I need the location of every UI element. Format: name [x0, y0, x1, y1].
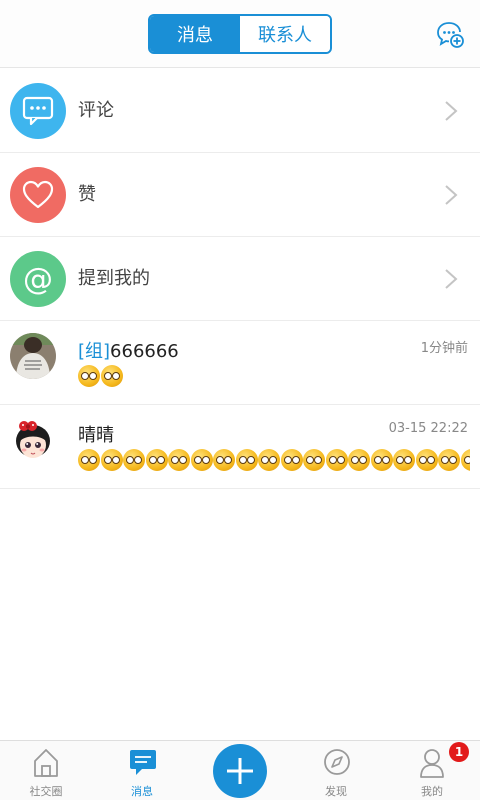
mention-circle: @	[10, 251, 66, 307]
conversation-name: [组]666666	[78, 341, 179, 362]
chevron-right-icon	[445, 185, 458, 205]
like-circle	[10, 167, 66, 223]
emoji-icon	[280, 449, 303, 471]
conversation-time: 1分钟前	[420, 341, 468, 356]
emoji-icon	[235, 449, 258, 471]
emoji-icon	[78, 365, 100, 387]
at-sign-icon: @	[23, 262, 53, 296]
svg-text:@: @	[23, 262, 53, 296]
emoji-icon	[190, 449, 213, 471]
comment-bubble-icon	[22, 96, 54, 126]
plus-icon	[227, 758, 253, 784]
category-row-comments[interactable]: 评论	[0, 69, 480, 153]
category-row-likes[interactable]: 赞	[0, 153, 480, 237]
person-icon	[420, 749, 444, 778]
comment-circle	[10, 83, 66, 139]
emoji-icon	[460, 449, 470, 471]
emoji-icon	[438, 449, 460, 471]
nav-label: 消息	[131, 785, 153, 798]
chevron-right-icon	[445, 269, 458, 289]
segmented-control: 消息 联系人	[148, 14, 332, 54]
chevron-right-icon	[445, 101, 458, 121]
nav-label: 社交圈	[29, 785, 63, 798]
emoji-icon	[145, 449, 168, 471]
compose-button[interactable]	[213, 744, 267, 798]
group-tag: [组]	[78, 341, 111, 362]
emoji-icon	[370, 449, 393, 471]
top-bar: 消息 联系人	[0, 0, 480, 68]
tab-messages[interactable]: 消息	[150, 16, 240, 52]
emoji-icon	[100, 365, 123, 387]
conversation-row[interactable]: [组]666666 1分钟前	[0, 321, 480, 405]
avatar	[10, 417, 56, 463]
conversation-row[interactable]: 晴晴 03-15 22:22	[0, 405, 480, 489]
emoji-icon	[325, 449, 348, 471]
category-label: 评论	[78, 100, 114, 121]
emoji-icon	[213, 449, 235, 471]
chat-plus-icon[interactable]	[436, 20, 464, 48]
emoji-icon	[303, 449, 325, 471]
message-preview	[78, 365, 470, 391]
conversation-time: 03-15 22:22	[388, 421, 468, 436]
emoji-icon	[393, 449, 415, 471]
emoji-icon	[415, 449, 438, 471]
category-row-mentions[interactable]: @ 提到我的	[0, 237, 480, 321]
tab-contacts[interactable]: 联系人	[240, 16, 330, 52]
nav-label: 我的	[421, 785, 443, 798]
compass-icon	[324, 749, 350, 775]
home-icon	[34, 749, 58, 777]
notification-badge: 1	[449, 742, 469, 762]
conversation-name: 晴晴	[78, 425, 114, 446]
category-label: 赞	[78, 184, 96, 205]
emoji-icon	[258, 449, 280, 471]
emoji-icon	[348, 449, 370, 471]
emoji-icon	[123, 449, 145, 471]
nav-item-social[interactable]: 社交圈	[6, 741, 86, 800]
avatar	[10, 333, 56, 379]
nav-label: 发现	[325, 785, 347, 798]
nav-item-messages[interactable]: 消息	[102, 741, 182, 800]
emoji-icon	[168, 449, 190, 471]
messages-icon	[130, 750, 156, 775]
category-label: 提到我的	[78, 268, 150, 289]
message-preview	[78, 449, 470, 475]
emoji-icon	[78, 449, 100, 471]
emoji-icon	[100, 449, 123, 471]
heart-icon	[22, 180, 54, 209]
nav-item-discover[interactable]: 发现	[296, 741, 376, 800]
